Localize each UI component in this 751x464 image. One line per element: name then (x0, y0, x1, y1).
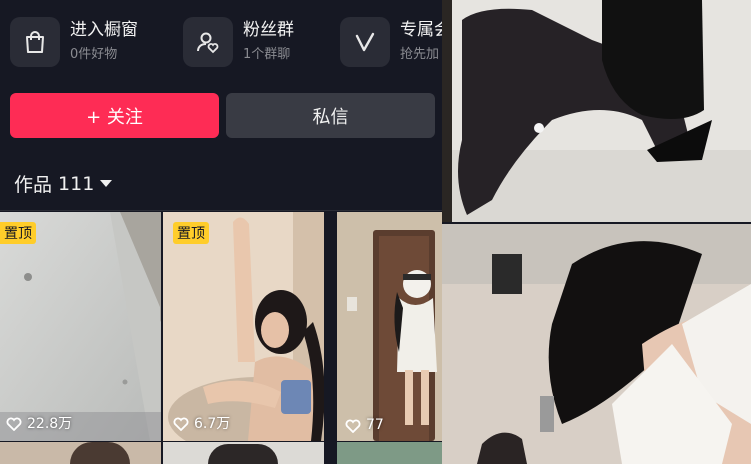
shortcut-subtitle: 0件好物 (70, 47, 118, 62)
works-label: 作品 (14, 174, 53, 196)
pinned-badge: 置顶 (173, 222, 209, 244)
thumbnail-image (337, 212, 442, 441)
shortcut-title: 专属会 (400, 20, 442, 40)
divider (0, 210, 442, 211)
photo-panel (442, 0, 751, 464)
profile-panel: 进入橱窗 0件好物 粉丝群 1个群聊 专属会 抢先加 + 关注 私信 作品 11… (0, 0, 442, 464)
like-count-value: 6.7万 (194, 416, 231, 432)
thumbnail-image (70, 442, 130, 464)
works-count: 111 (58, 172, 95, 195)
heart-icon (6, 417, 22, 431)
heart-icon (173, 417, 189, 431)
heart-icon (345, 419, 361, 433)
video-thumbnail[interactable]: 77 (337, 212, 442, 441)
video-thumbnail[interactable] (0, 442, 161, 464)
video-thumbnail[interactable]: 置顶 22.8万 (0, 212, 161, 441)
works-tab[interactable]: 作品 111 (14, 170, 113, 197)
like-count: 77 (345, 417, 384, 433)
thumbnail-image (208, 444, 278, 464)
shortcut-showcase[interactable]: 进入橱窗 0件好物 (10, 14, 138, 70)
shortcut-fan-group[interactable]: 粉丝群 1个群聊 (183, 14, 294, 70)
like-count: 6.7万 (173, 413, 230, 433)
shortcut-title: 进入橱窗 (70, 20, 138, 40)
photo-top-image[interactable] (442, 0, 751, 222)
video-thumbnail[interactable] (163, 442, 324, 464)
like-count-value: 77 (366, 417, 384, 433)
like-count: 22.8万 (6, 413, 72, 433)
photo-bottom-image[interactable] (442, 224, 751, 464)
shortcut-subtitle: 1个群聊 (243, 47, 291, 62)
shopping-bag-icon (10, 17, 60, 67)
follow-button[interactable]: + 关注 (10, 93, 219, 138)
shortcut-subtitle: 抢先加 (400, 47, 440, 62)
video-thumbnail[interactable]: 置顶 6.7万 (163, 212, 324, 441)
video-thumbnail[interactable] (337, 442, 442, 464)
thumbnail-image (163, 212, 324, 441)
shortcut-title: 粉丝群 (243, 20, 294, 40)
message-button[interactable]: 私信 (226, 93, 435, 138)
chevron-down-icon (100, 180, 113, 187)
thumbnail-image (0, 212, 161, 441)
shortcut-exclusive[interactable]: 专属会 抢先加 (340, 14, 442, 70)
like-count-value: 22.8万 (27, 416, 73, 432)
fan-group-icon (183, 17, 233, 67)
v-badge-icon (340, 17, 390, 67)
pinned-badge: 置顶 (0, 222, 36, 244)
